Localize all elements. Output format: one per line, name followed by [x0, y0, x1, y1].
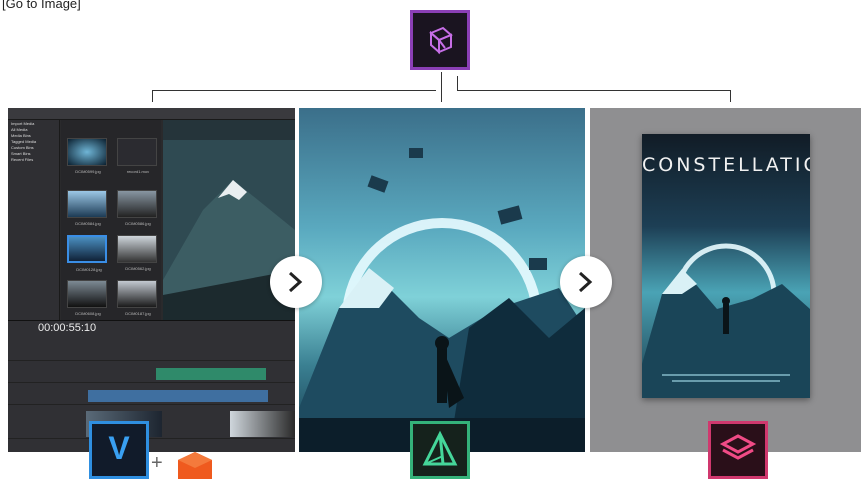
caption: [Go to Image] — [2, 0, 81, 11]
tree-item[interactable]: Recent Files — [11, 157, 56, 162]
poster-mockup: CONSTELLATION — [590, 108, 861, 452]
thumbnail-label: DCIM0586.jpg — [125, 221, 151, 226]
connector-right-rise — [457, 76, 458, 90]
video-editor-app-icon[interactable]: V — [89, 421, 149, 479]
tree-item[interactable]: All Media — [11, 127, 56, 132]
next-button[interactable] — [560, 256, 612, 308]
chevron-right-icon — [288, 271, 303, 293]
thumbnail-label: DCIM0599.jpg — [75, 169, 101, 174]
astronaut-artwork — [299, 148, 585, 452]
thumbnail-label: DCIM0187.jpg — [125, 311, 151, 316]
3d-cube-icon — [429, 26, 453, 55]
editor-toolbar — [8, 108, 295, 120]
connector-left-drop — [152, 90, 153, 102]
timeline-track — [8, 365, 295, 383]
thumbnail-label: DCIM0584.jpg — [75, 221, 101, 226]
timecode-display: 00:00:55:10 — [38, 322, 97, 334]
workflow-graphic: [Go to Image] Import Media All Media Med… — [0, 0, 861, 479]
timeline-track — [8, 409, 295, 439]
3d-cube-app-icon[interactable] — [410, 10, 470, 70]
video-editor-screenshot: Import Media All Media Media Bins Tagged… — [8, 108, 295, 452]
layers-app-icon[interactable] — [708, 421, 768, 479]
triangle-prism-icon — [422, 430, 458, 466]
layers-icon — [719, 434, 757, 460]
timeline-clip[interactable] — [230, 411, 295, 437]
thumbnail-label: record1.mov — [126, 169, 150, 174]
thumbnail[interactable]: DCIM0562.jpg — [117, 235, 157, 271]
connector-left — [152, 90, 436, 91]
poster-artwork — [642, 243, 810, 398]
timeline-clip[interactable] — [88, 390, 268, 402]
tree-item[interactable]: Tagged Media — [11, 139, 56, 144]
poster: CONSTELLATION — [642, 134, 810, 398]
thumbnail[interactable]: DCIM0608.jpg — [67, 280, 107, 316]
thumbnail-label: DCIM0608.jpg — [75, 311, 101, 316]
v-letter: V — [108, 430, 130, 466]
thumbnail[interactable]: DCIM0599.jpg — [67, 138, 107, 174]
timeline — [8, 320, 295, 452]
thumbnail[interactable]: DCIM0128.jpg — [67, 235, 107, 272]
media-tree: Import Media All Media Media Bins Tagged… — [8, 120, 60, 320]
thumbnail[interactable]: DCIM0586.jpg — [117, 190, 157, 226]
thumbnail-label: DCIM0562.jpg — [125, 266, 151, 271]
tree-item[interactable]: Import Media — [11, 121, 56, 126]
timeline-track — [8, 387, 295, 405]
thumbnail[interactable]: DCIM0187.jpg — [117, 280, 157, 316]
thumbnail-label: DCIM0128.jpg — [76, 267, 102, 272]
connector-right-drop — [730, 90, 731, 102]
next-button[interactable] — [270, 256, 322, 308]
thumbnail[interactable]: DCIM0584.jpg — [67, 190, 107, 226]
timeline-clip[interactable] — [156, 368, 266, 380]
timeline-track — [8, 343, 295, 361]
orange-app-icon[interactable] — [174, 450, 216, 479]
chevron-right-icon — [578, 271, 593, 293]
artwork-preview — [299, 108, 585, 452]
connector-center-drop — [441, 72, 442, 102]
media-thumbnails: DCIM0599.jpg record1.mov DCIM0584.jpg DC… — [61, 120, 161, 320]
thumbnail[interactable]: record1.mov — [117, 138, 157, 174]
tree-item[interactable]: Media Bins — [11, 133, 56, 138]
orange-cube-icon — [178, 452, 212, 479]
tree-item[interactable]: Smart Bins — [11, 151, 56, 156]
connector-right — [457, 90, 730, 91]
plus-sign: + — [151, 452, 163, 474]
tree-item[interactable]: Custom Bins — [11, 145, 56, 150]
3d-triangle-app-icon[interactable] — [410, 421, 470, 479]
